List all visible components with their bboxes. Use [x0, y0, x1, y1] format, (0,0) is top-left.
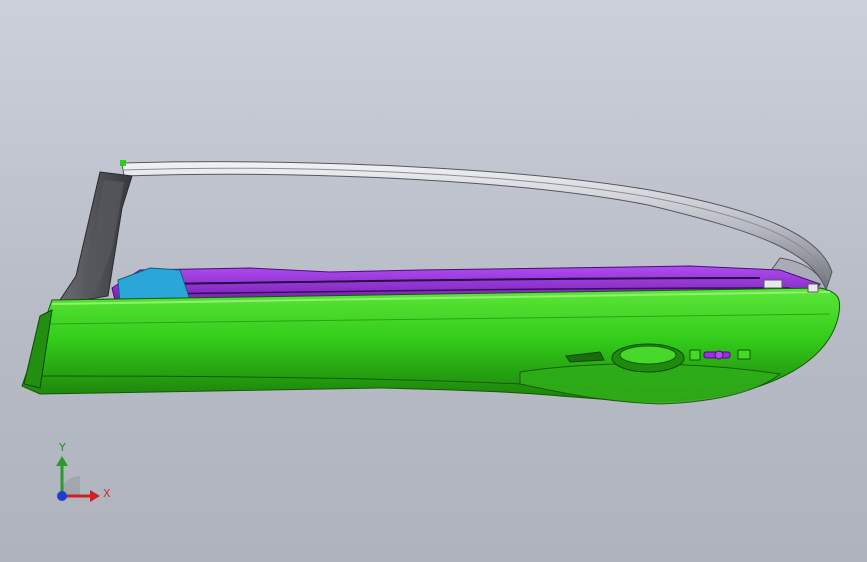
x-axis-label: X [103, 487, 111, 500]
lock-cylinder [714, 350, 724, 360]
x-axis-arrow [90, 490, 100, 502]
y-axis-label: Y [59, 441, 66, 454]
rear-clip-2 [807, 283, 819, 293]
model-viewport[interactable]: Y X [0, 0, 867, 562]
handle-bracket [689, 349, 701, 361]
frame-marker [120, 160, 126, 166]
door-handle [619, 345, 677, 365]
handle-bracket-2 [737, 349, 751, 360]
door-model[interactable] [0, 0, 867, 562]
z-axis-origin [57, 491, 67, 501]
rear-clip [763, 279, 783, 289]
y-axis-arrow [56, 456, 68, 466]
